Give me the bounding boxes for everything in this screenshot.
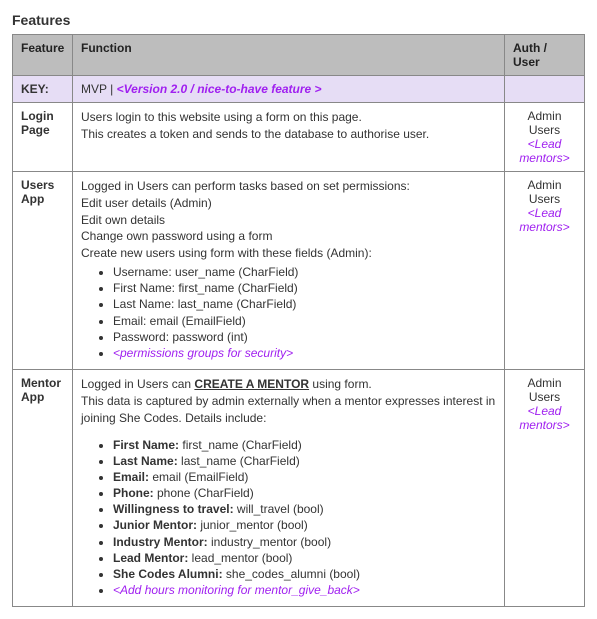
login-line1: Users login to this website using a form… [81,109,496,126]
list-item: Email: email (EmailField) [113,313,496,329]
feature-name-mentor: Mentor App [13,370,73,607]
list-item: Last Name: last_name (CharField) [113,453,496,469]
users-intro2: Edit user details (Admin) [81,195,496,212]
auth-users: Users [513,123,576,137]
list-item: Industry Mentor: industry_mentor (bool) [113,534,496,550]
key-mvp: MVP [81,82,107,96]
field-label: Lead Mentor: [113,551,188,565]
mentor-intro-line: Logged in Users can CREATE A MENTOR usin… [81,376,496,393]
field-spec: will_travel (bool) [234,502,324,516]
list-item: She Codes Alumni: she_codes_alumni (bool… [113,566,496,582]
table-row: Login Page Users login to this website u… [13,103,585,172]
spacer [81,427,496,435]
mentor-intro-post: using form. [309,377,372,391]
list-item: Junior Mentor: junior_mentor (bool) [113,517,496,533]
field-spec: last_name (CharField) [178,454,300,468]
header-auth: Auth / User [505,35,585,76]
users-intro3: Edit own details [81,212,496,229]
login-line2: This creates a token and sends to the da… [81,126,496,143]
users-intro5: Create new users using form with these f… [81,245,496,262]
key-v2: <Version 2.0 / nice-to-have feature > [117,82,322,96]
key-value: MVP | <Version 2.0 / nice-to-have featur… [73,76,505,103]
features-table: Feature Function Auth / User KEY: MVP | … [12,34,585,607]
feature-name-login: Login Page [13,103,73,172]
feature-function-mentor: Logged in Users can CREATE A MENTOR usin… [73,370,505,607]
field-label: Junior Mentor: [113,518,197,532]
list-item: <permissions groups for security> [113,345,496,361]
field-label: Willingness to travel: [113,502,234,516]
header-function: Function [73,35,505,76]
table-row: Users App Logged in Users can perform ta… [13,172,585,370]
mentor-v2-field: <Add hours monitoring for mentor_give_ba… [113,583,360,597]
mentor-line2: This data is captured by admin externall… [81,393,496,427]
key-sep: | [107,82,117,96]
key-label: KEY: [13,76,73,103]
feature-auth-users: Admin Users <Lead mentors> [505,172,585,370]
field-spec: she_codes_alumni (bool) [223,567,360,581]
auth-users: Users [513,390,576,404]
list-item: Email: email (EmailField) [113,469,496,485]
auth-admin: Admin [513,376,576,390]
key-auth-empty [505,76,585,103]
header-row: Feature Function Auth / User [13,35,585,76]
table-row: Mentor App Logged in Users can CREATE A … [13,370,585,607]
feature-function-users: Logged in Users can perform tasks based … [73,172,505,370]
users-intro4: Change own password using a form [81,228,496,245]
list-item: First Name: first_name (CharField) [113,280,496,296]
list-item: <Add hours monitoring for mentor_give_ba… [113,582,496,598]
mentor-intro-action: CREATE A MENTOR [194,377,309,391]
field-spec: junior_mentor (bool) [197,518,308,532]
list-item: First Name: first_name (CharField) [113,437,496,453]
mentor-fields-list: First Name: first_name (CharField) Last … [81,437,496,599]
field-spec: phone (CharField) [154,486,254,500]
auth-admin: Admin [513,178,576,192]
auth-lead: <Lead mentors> [513,137,576,165]
auth-users: Users [513,192,576,206]
feature-name-users: Users App [13,172,73,370]
auth-admin: Admin [513,109,576,123]
users-v2-field: <permissions groups for security> [113,346,293,360]
list-item: Last Name: last_name (CharField) [113,296,496,312]
list-item: Username: user_name (CharField) [113,264,496,280]
field-label: She Codes Alumni: [113,567,223,581]
auth-lead: <Lead mentors> [513,206,576,234]
users-fields-list: Username: user_name (CharField) First Na… [81,264,496,361]
field-spec: lead_mentor (bool) [188,551,292,565]
list-item: Phone: phone (CharField) [113,485,496,501]
key-row: KEY: MVP | <Version 2.0 / nice-to-have f… [13,76,585,103]
field-spec: first_name (CharField) [179,438,302,452]
field-label: Last Name: [113,454,178,468]
list-item: Willingness to travel: will_travel (bool… [113,501,496,517]
mentor-intro-pre: Logged in Users can [81,377,194,391]
feature-function-login: Users login to this website using a form… [73,103,505,172]
list-item: Lead Mentor: lead_mentor (bool) [113,550,496,566]
field-label: First Name: [113,438,179,452]
list-item: Password: password (int) [113,329,496,345]
header-feature: Feature [13,35,73,76]
auth-lead: <Lead mentors> [513,404,576,432]
feature-auth-mentor: Admin Users <Lead mentors> [505,370,585,607]
section-title: Features [12,12,585,28]
users-intro1: Logged in Users can perform tasks based … [81,178,496,195]
field-label: Phone: [113,486,154,500]
field-spec: email (EmailField) [149,470,248,484]
field-label: Email: [113,470,149,484]
feature-auth-login: Admin Users <Lead mentors> [505,103,585,172]
